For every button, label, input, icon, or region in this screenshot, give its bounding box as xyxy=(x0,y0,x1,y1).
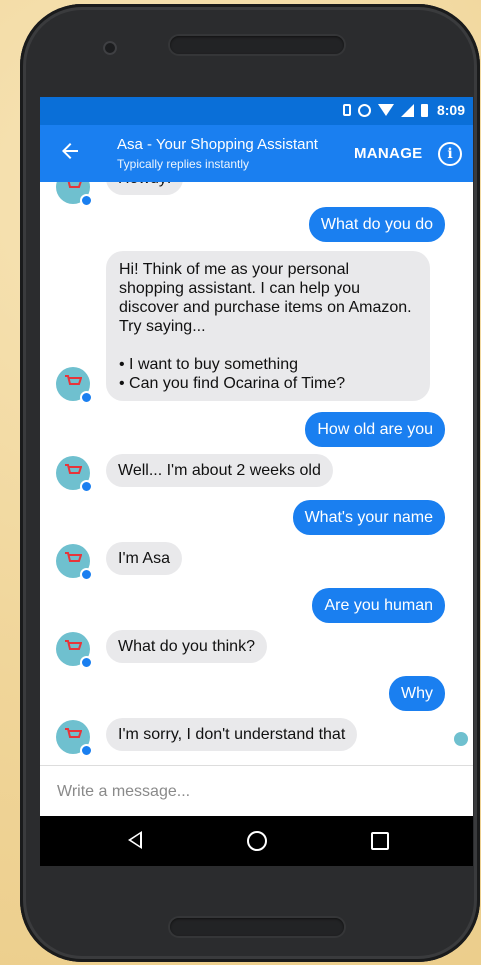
bot-message: What do you think? xyxy=(106,630,267,663)
user-message: How old are you xyxy=(305,412,445,447)
back-arrow-icon[interactable] xyxy=(58,139,82,163)
battery-icon xyxy=(420,103,428,117)
status-bar: 8:09 xyxy=(40,97,473,125)
bot-message: I'm sorry, I don't understand that xyxy=(106,718,358,751)
bot-avatar xyxy=(56,367,93,404)
bottom-speaker xyxy=(170,918,344,936)
front-camera xyxy=(103,41,117,55)
vibrate-icon xyxy=(342,104,351,116)
bot-message: Hi! Think of me as your personal shoppin… xyxy=(106,251,430,401)
bot-avatar xyxy=(56,720,93,757)
message-list[interactable]: Howdy! What do you do Hi! Think of me as… xyxy=(40,182,473,765)
status-time: 8:09 xyxy=(436,102,465,118)
bot-message: Howdy! xyxy=(106,182,184,195)
nav-recents-icon[interactable] xyxy=(371,832,389,850)
android-nav-bar xyxy=(40,816,473,866)
user-message: What's your name xyxy=(292,500,445,535)
user-message: What do you do xyxy=(308,207,445,242)
phone-screen: 8:09 Asa - Your Shopping Assistant Typic… xyxy=(40,97,473,866)
top-speaker xyxy=(170,36,344,54)
chat-subtitle: Typically replies instantly xyxy=(117,157,250,171)
nav-home-icon[interactable] xyxy=(247,831,267,851)
user-message: Are you human xyxy=(312,588,445,623)
manage-button[interactable]: MANAGE xyxy=(354,145,422,162)
message-input[interactable]: Write a message... xyxy=(57,783,190,801)
bot-message: Well... I'm about 2 weeks old xyxy=(106,454,333,487)
seen-avatar-icon xyxy=(454,732,468,746)
bot-avatar xyxy=(56,544,93,581)
signal-icon xyxy=(400,103,414,117)
status-icons: 8:09 xyxy=(342,102,465,118)
wifi-icon xyxy=(377,104,394,116)
message-composer[interactable]: Write a message... xyxy=(40,765,473,817)
bot-avatar xyxy=(56,456,93,493)
nav-back-icon[interactable] xyxy=(128,831,142,849)
user-message: Why xyxy=(389,676,445,711)
info-icon[interactable]: i xyxy=(438,142,462,166)
app-bar: Asa - Your Shopping Assistant Typically … xyxy=(40,125,473,182)
alarm-icon xyxy=(357,103,371,117)
bot-message: I'm Asa xyxy=(106,542,182,575)
bot-avatar xyxy=(56,182,93,207)
bot-avatar xyxy=(56,632,93,669)
chat-title: Asa - Your Shopping Assistant xyxy=(117,136,318,153)
